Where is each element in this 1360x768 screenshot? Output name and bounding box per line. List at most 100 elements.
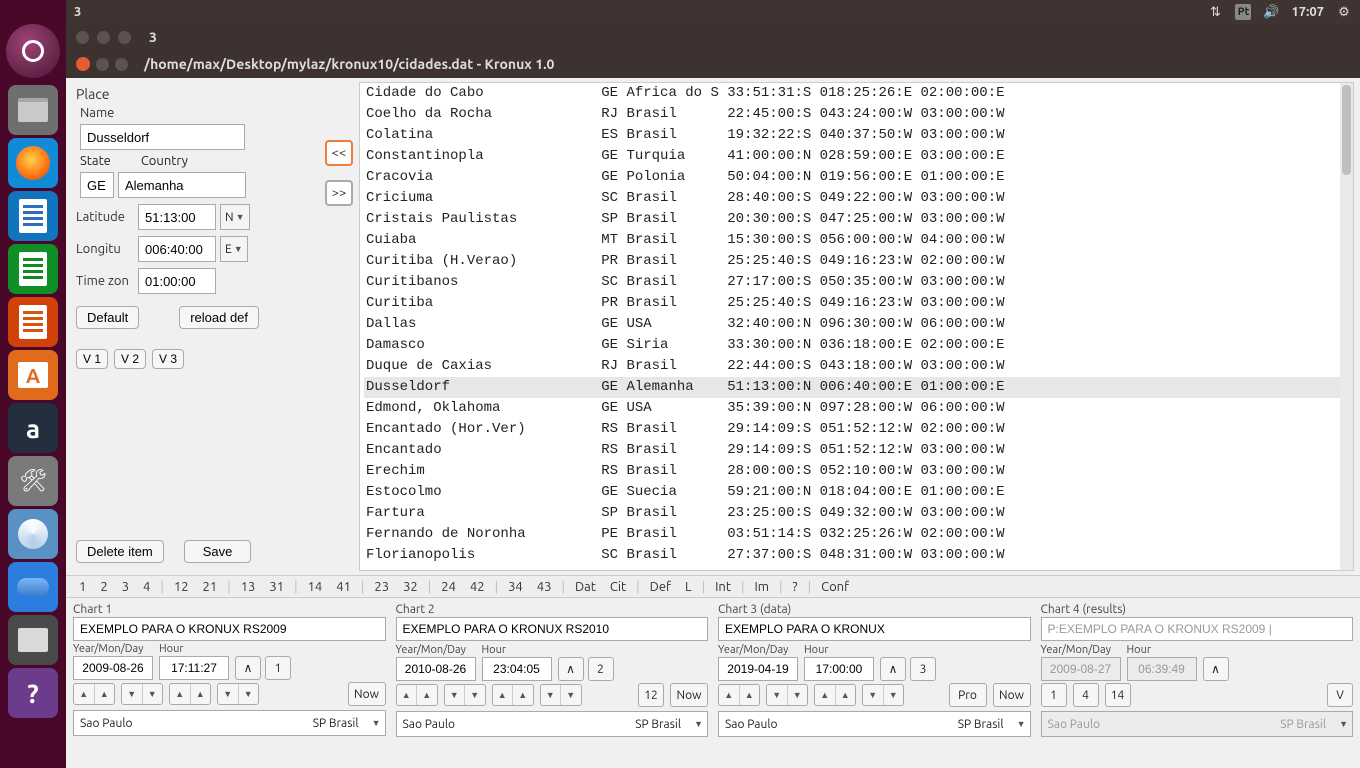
chart-4-up-button[interactable]: ∧ (1203, 657, 1229, 681)
sound-icon[interactable]: 🔊 (1263, 4, 1279, 20)
chart-1-up-button[interactable]: ∧ (235, 656, 261, 680)
chart-1-date-input[interactable] (73, 656, 153, 680)
menu-item-13[interactable]: 13 (234, 580, 263, 594)
chart-3-now-button[interactable]: Now (993, 683, 1031, 707)
chart-2-location-select[interactable]: Sao PauloSP Brasil▼ (396, 711, 709, 737)
country-input[interactable] (118, 172, 246, 198)
chart-4-name-input[interactable] (1041, 617, 1354, 641)
save-button[interactable]: Save (184, 540, 252, 563)
ubuntu-software-icon[interactable]: A (8, 350, 58, 400)
city-row[interactable]: Cidade do Cabo GE Africa do S 33:51:31:S… (364, 83, 1349, 104)
v1-button[interactable]: V 1 (76, 349, 108, 369)
city-row[interactable]: Colatina ES Brasil 19:32:22:S 040:37:50:… (364, 125, 1349, 146)
clock[interactable]: 17:07 (1291, 5, 1324, 19)
menu-item-32[interactable]: 32 (396, 580, 425, 594)
chart-3-location-select[interactable]: Sao PauloSP Brasil▼ (718, 711, 1031, 737)
delete-item-button[interactable]: Delete item (76, 540, 164, 563)
longitude-input[interactable] (138, 236, 216, 262)
menu-item-2[interactable]: 2 (93, 580, 114, 594)
latitude-input[interactable] (138, 204, 216, 230)
chart-1-date-spin[interactable]: ▲▲ (73, 683, 115, 705)
menu-item-34[interactable]: 34 (501, 580, 530, 594)
chart-2-date-input[interactable] (396, 657, 476, 681)
city-row[interactable]: Curitiba (H.Verao) PR Brasil 25:25:40:S … (364, 251, 1349, 272)
lon-hem-dropdown[interactable]: E▼ (220, 236, 248, 262)
menu-item-conf[interactable]: Conf (814, 580, 856, 594)
maximize-icon[interactable] (115, 58, 128, 71)
file-manager-icon[interactable] (8, 615, 58, 665)
city-row[interactable]: Coelho da Rocha RJ Brasil 22:45:00:S 043… (364, 104, 1349, 125)
menu-item-23[interactable]: 23 (367, 580, 396, 594)
city-row[interactable]: Cracovia GE Polonia 50:04:00:N 019:56:00… (364, 167, 1349, 188)
window-3-titlebar[interactable]: 3 (66, 24, 1360, 50)
menu-item-cit[interactable]: Cit (603, 580, 633, 594)
scrollbar-thumb[interactable] (1342, 85, 1351, 175)
chart-2-date-spin[interactable]: ▲▲ (396, 684, 438, 706)
menu-item-14[interactable]: 14 (301, 580, 330, 594)
menu-item-dat[interactable]: Dat (568, 580, 603, 594)
libreoffice-calc-icon[interactable] (8, 244, 58, 294)
city-row[interactable]: Cristais Paulistas SP Brasil 20:30:00:S … (364, 209, 1349, 230)
amazon-icon[interactable]: a (8, 403, 58, 453)
maximize-icon[interactable] (118, 31, 131, 44)
chart-1-hour-input[interactable] (159, 656, 229, 680)
default-button[interactable]: Default (76, 306, 139, 329)
kronux-titlebar[interactable]: /home/max/Desktop/mylaz/kronux10/cidades… (66, 50, 1360, 78)
chart-2-name-input[interactable] (396, 617, 709, 641)
chart-3-n3-button[interactable]: 3 (910, 657, 936, 681)
chart-2-n2-button[interactable]: 2 (588, 657, 614, 681)
chart-2-hour-input[interactable] (482, 657, 552, 681)
city-row[interactable]: Estocolmo GE Suecia 59:21:00:N 018:04:00… (364, 482, 1349, 503)
ubuntu-dash-button[interactable] (6, 24, 60, 78)
menu-item-31[interactable]: 31 (262, 580, 291, 594)
menu-item-?[interactable]: ? (786, 580, 805, 594)
libreoffice-writer-icon[interactable] (8, 191, 58, 241)
menu-item-12[interactable]: 12 (167, 580, 196, 594)
city-list[interactable]: Cidade do Cabo GE Africa do S 33:51:31:S… (359, 82, 1354, 571)
menu-item-41[interactable]: 41 (329, 580, 358, 594)
city-row[interactable]: Dallas GE USA 32:40:00:N 096:30:00:W 06:… (364, 314, 1349, 335)
chart-2-n12-button[interactable]: 12 (638, 683, 664, 707)
menu-item-im[interactable]: Im (747, 580, 776, 594)
city-row[interactable]: Fernando de Noronha PE Brasil 03:51:14:S… (364, 524, 1349, 545)
chart-3-date-input[interactable] (718, 657, 798, 681)
menu-item-43[interactable]: 43 (530, 580, 559, 594)
chart-3-date-spin-down[interactable]: ▼▼ (766, 684, 808, 706)
city-row[interactable]: Cuiaba MT Brasil 15:30:00:S 056:00:00:W … (364, 230, 1349, 251)
chart-3-up-button[interactable]: ∧ (880, 657, 906, 681)
chart-3-hour-spin[interactable]: ▲▲ (814, 684, 856, 706)
chart-2-hour-spin[interactable]: ▲▲ (492, 684, 534, 706)
timezone-input[interactable] (138, 268, 216, 294)
city-row[interactable]: Florianopolis SC Brasil 27:37:00:S 048:3… (364, 545, 1349, 566)
city-row[interactable]: Encantado (Hor.Ver) RS Brasil 29:14:09:S… (364, 419, 1349, 440)
transfer-left-button[interactable]: << (325, 140, 353, 166)
city-row[interactable]: Dusseldorf GE Alemanha 51:13:00:N 006:40… (364, 377, 1349, 398)
chart-4-p4-button[interactable]: 4 (1073, 683, 1099, 707)
menu-item-1[interactable]: 1 (72, 580, 93, 594)
chart-2-hour-spin-down[interactable]: ▼▼ (540, 684, 582, 706)
city-row[interactable]: Fartura SP Brasil 23:25:00:S 049:32:00:W… (364, 503, 1349, 524)
help-icon[interactable]: ? (8, 668, 58, 718)
chart-3-pro-button[interactable]: Pro (949, 683, 987, 707)
name-input[interactable] (80, 124, 245, 150)
state-input[interactable] (80, 172, 114, 198)
close-icon[interactable] (76, 31, 89, 44)
chart-1-n1-button[interactable]: 1 (265, 656, 291, 680)
menu-item-4[interactable]: 4 (136, 580, 157, 594)
menu-item-def[interactable]: Def (643, 580, 678, 594)
chart-1-now-button[interactable]: Now (348, 682, 386, 706)
chart-1-hour-spin[interactable]: ▲▲ (169, 683, 211, 705)
city-row[interactable]: Erechim RS Brasil 28:00:00:S 052:10:00:W… (364, 461, 1349, 482)
menu-item-24[interactable]: 24 (434, 580, 463, 594)
disk-utility-icon[interactable] (8, 509, 58, 559)
menu-item-42[interactable]: 42 (463, 580, 492, 594)
system-gear-icon[interactable]: ⚙ (1336, 4, 1352, 20)
chart-1-hour-spin-down[interactable]: ▼▼ (217, 683, 259, 705)
close-icon[interactable] (76, 57, 90, 71)
network-icon[interactable]: ⇅ (1207, 4, 1223, 20)
chart-2-up-button[interactable]: ∧ (558, 657, 584, 681)
city-row[interactable]: Constantinopla GE Turquia 41:00:00:N 028… (364, 146, 1349, 167)
minimize-icon[interactable] (96, 58, 109, 71)
city-row[interactable]: Damasco GE Siria 33:30:00:N 036:18:00:E … (364, 335, 1349, 356)
city-row[interactable]: Curitibanos SC Brasil 27:17:00:S 050:35:… (364, 272, 1349, 293)
